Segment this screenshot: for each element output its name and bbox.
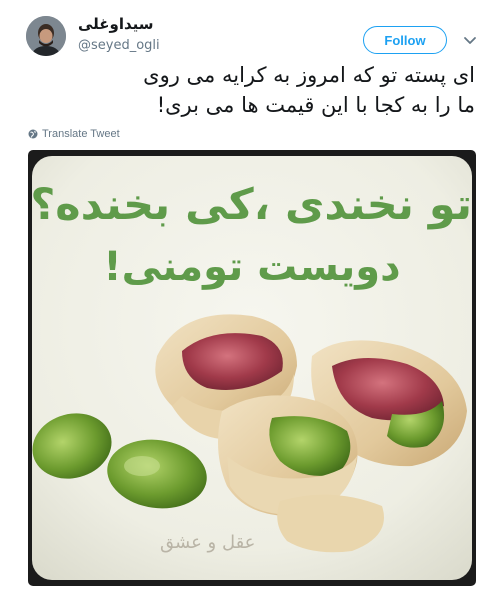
tweet-media[interactable]: تو نخندی ،کی بخنده؟ دویست تومنی! عقل و ع… bbox=[28, 150, 476, 586]
image-caption-line-2: دویست تومنی! bbox=[103, 244, 401, 290]
tweet-header: سیداوغلی @seyed_ogli Follow bbox=[0, 0, 504, 64]
follow-button[interactable]: Follow bbox=[363, 26, 447, 54]
tweet-text: ای پسته تو که امروز به کرایه می روی ما ر… bbox=[20, 60, 475, 120]
image-caption-line-1: تو نخندی ،کی بخنده؟ bbox=[32, 180, 472, 230]
image-watermark: عقل و عشق bbox=[160, 532, 256, 553]
globe-icon bbox=[28, 129, 38, 139]
avatar-image bbox=[26, 16, 66, 56]
translate-tweet-link[interactable]: Translate Tweet bbox=[28, 126, 120, 142]
translate-label: Translate Tweet bbox=[42, 128, 120, 140]
avatar[interactable] bbox=[26, 16, 66, 56]
media-image: تو نخندی ،کی بخنده؟ دویست تومنی! عقل و ع… bbox=[32, 156, 472, 580]
chevron-down-icon[interactable] bbox=[461, 31, 479, 49]
author-handle[interactable]: @seyed_ogli bbox=[78, 38, 160, 53]
tweet-text-line: ما را به کجا با این قیمت ها می بری! bbox=[156, 93, 475, 117]
author-name[interactable]: سیداوغلی bbox=[78, 15, 154, 33]
tweet-text-line: ای پسته تو که امروز به کرایه می روی bbox=[143, 63, 475, 87]
